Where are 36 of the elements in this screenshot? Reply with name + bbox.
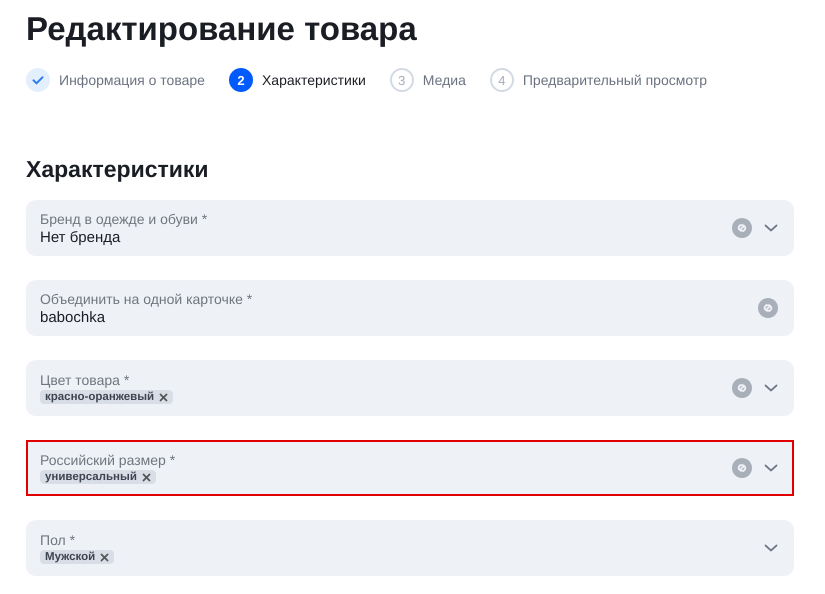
field-value: babochka bbox=[40, 308, 106, 326]
step-tab[interactable]: 3 Медиа bbox=[390, 68, 466, 92]
page-title: Редактирование товара bbox=[26, 9, 418, 49]
select-field[interactable]: Цвет товара * красно-оранжевый bbox=[26, 360, 794, 416]
step-number: 4 bbox=[490, 68, 514, 92]
step-label: Предварительный просмотр bbox=[522, 72, 708, 88]
field-label: Цвет товара * bbox=[40, 372, 130, 388]
step-tab[interactable]: 2 Характеристики bbox=[228, 68, 366, 92]
field-label: Бренд в одежде и обуви * bbox=[40, 210, 208, 226]
chevron-down-icon[interactable] bbox=[764, 544, 778, 552]
remove-icon[interactable] bbox=[100, 552, 110, 562]
check-icon bbox=[26, 68, 50, 92]
step-label: Информация о товаре bbox=[59, 72, 205, 88]
section-title: Характеристики bbox=[26, 155, 210, 184]
step-label: Характеристики bbox=[262, 72, 366, 88]
select-field[interactable]: Российский размер * универсальный bbox=[26, 440, 794, 496]
step-number: 3 bbox=[390, 68, 414, 92]
select-field[interactable]: Бренд в одежде и обуви * Нет бренда bbox=[26, 200, 794, 256]
field-label: Российский размер * bbox=[40, 452, 176, 468]
remove-icon[interactable] bbox=[159, 392, 168, 402]
chevron-down-icon[interactable] bbox=[764, 464, 778, 472]
tag-chip[interactable]: Мужской bbox=[40, 550, 114, 564]
remove-icon[interactable] bbox=[142, 472, 151, 482]
field-label: Пол * bbox=[40, 532, 76, 548]
field-label: Объединить на одной карточке * bbox=[40, 290, 254, 306]
tag-chip[interactable]: универсальный bbox=[40, 470, 156, 484]
chevron-down-icon[interactable] bbox=[764, 224, 778, 232]
field-value: Нет бренда bbox=[40, 228, 122, 246]
step-tab[interactable]: Информация о товаре bbox=[26, 68, 205, 92]
select-field[interactable]: Объединить на одной карточке * babochka bbox=[26, 280, 794, 336]
tag-chip[interactable]: красно-оранжевый bbox=[40, 390, 174, 404]
select-field[interactable]: Пол * Мужской bbox=[26, 520, 794, 576]
chevron-down-icon[interactable] bbox=[764, 384, 778, 392]
step-number: 2 bbox=[228, 68, 253, 92]
step-label: Медиа bbox=[422, 72, 466, 88]
step-tab[interactable]: 4 Предварительный просмотр bbox=[490, 68, 708, 92]
